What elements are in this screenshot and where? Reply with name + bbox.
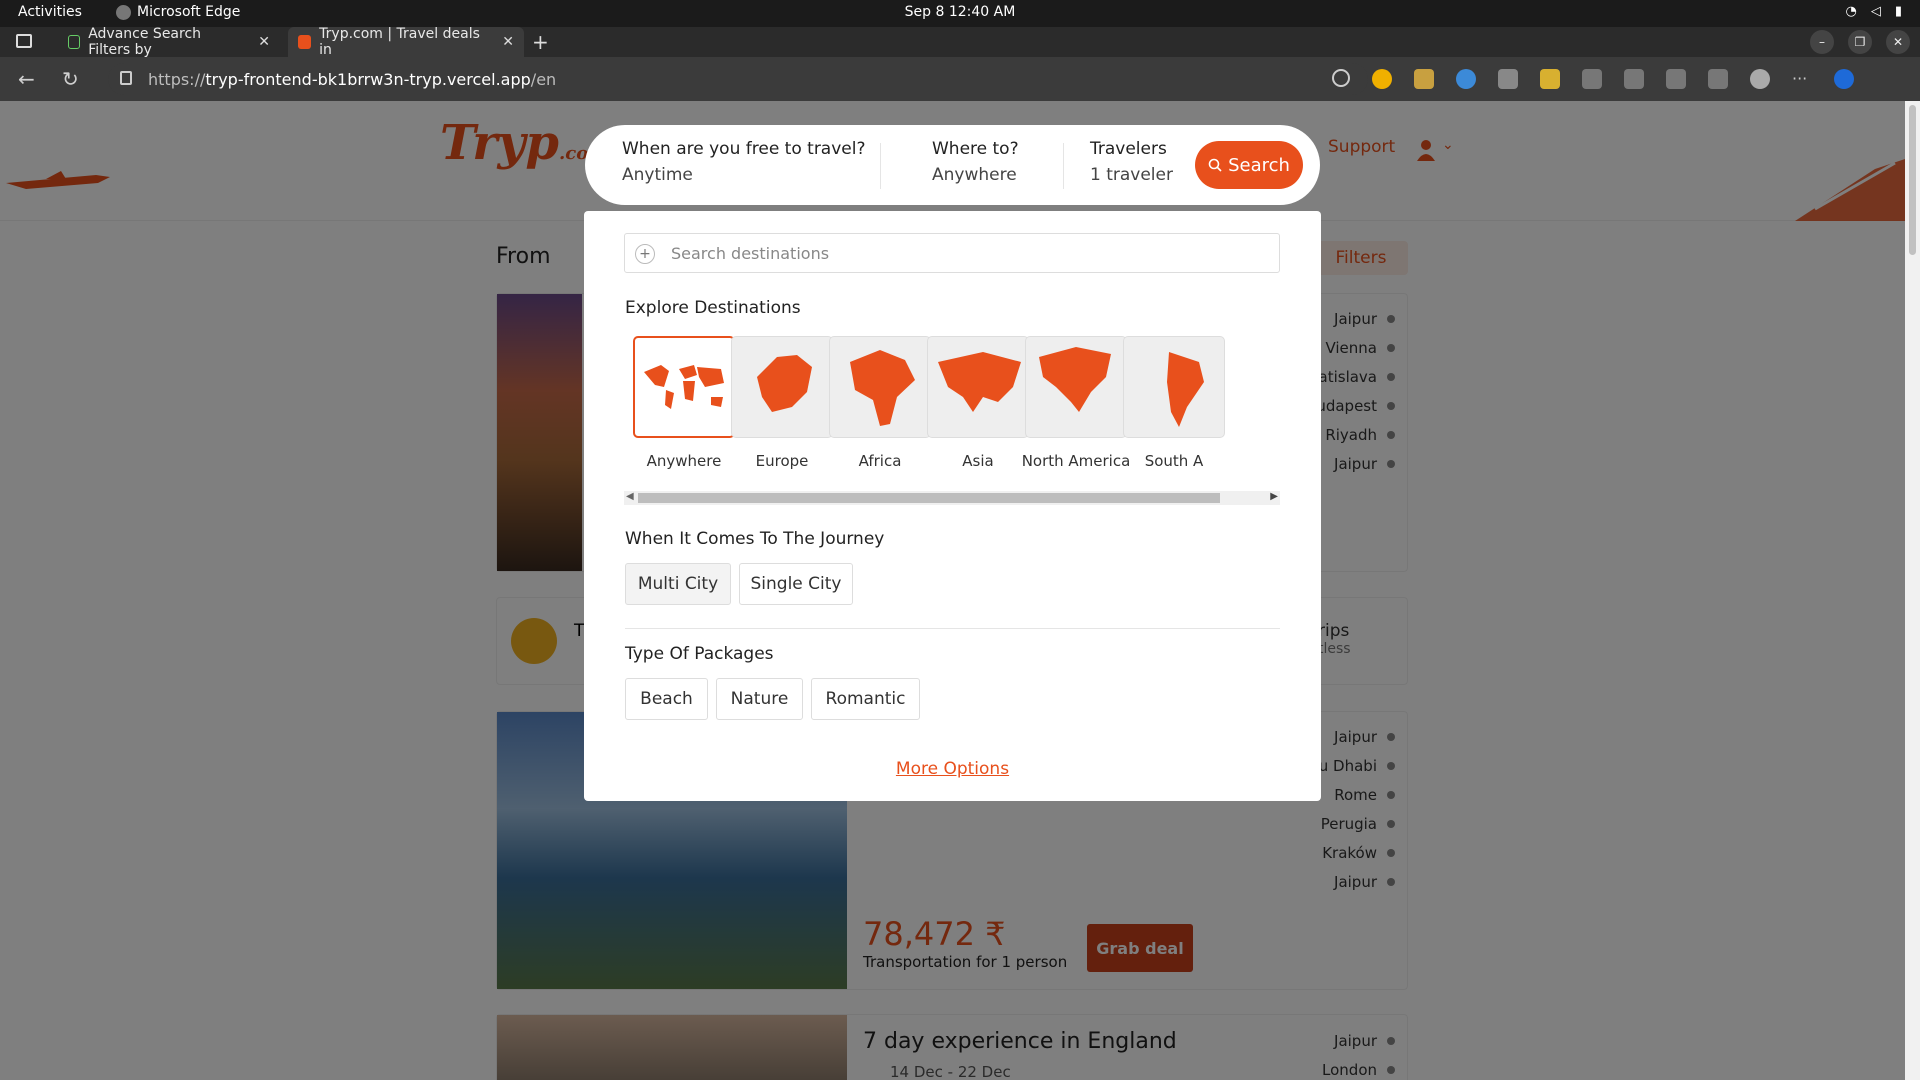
option-label: Beach [640, 689, 693, 709]
single-city-option[interactable]: Single City [739, 563, 853, 605]
more-options-link[interactable]: More Options [584, 759, 1321, 779]
restore-icon[interactable]: ❐ [1848, 30, 1872, 54]
scroll-right-icon[interactable]: ▶ [1270, 491, 1278, 502]
favorites-icon[interactable] [1666, 69, 1686, 89]
collections-icon[interactable] [1708, 69, 1728, 89]
packages-title: Type Of Packages [625, 644, 774, 664]
app-name: Microsoft Edge [137, 4, 241, 20]
divider [1063, 143, 1064, 189]
more-icon[interactable]: ··· [1792, 69, 1812, 89]
edge-icon [116, 4, 131, 20]
app-menu[interactable]: Microsoft Edge [116, 4, 240, 20]
extensions-puzzle-icon[interactable] [1582, 69, 1602, 89]
destination-dropdown: + Search destinations Explore Destinatio… [584, 211, 1321, 801]
window-controls: – ❐ ✕ [1810, 30, 1910, 54]
africa-map-icon [829, 336, 931, 438]
tab-advance-search[interactable]: Advance Search Filters by ✕ [58, 26, 280, 58]
battery-icon: ▮ [1894, 4, 1902, 19]
beach-option[interactable]: Beach [625, 678, 708, 720]
tab-actions-icon[interactable] [16, 34, 32, 48]
volume-icon: ◁ [1870, 4, 1881, 19]
extension-icon[interactable] [1498, 69, 1518, 89]
romantic-option[interactable]: Romantic [811, 678, 920, 720]
divider [625, 628, 1280, 629]
nature-option[interactable]: Nature [716, 678, 803, 720]
when-label: When are you free to travel? [622, 139, 866, 159]
when-field[interactable]: When are you free to travel? Anytime [622, 139, 866, 185]
tab-tryp[interactable]: Tryp.com | Travel deals in ✕ [288, 26, 524, 58]
travelers-field[interactable]: Travelers 1 traveler [1090, 139, 1173, 185]
address-bar: ← ↻ https://tryp-frontend-bk1brrw3n-tryp… [0, 57, 1920, 101]
refresh-icon[interactable]: ↻ [62, 67, 79, 91]
travelers-label: Travelers [1090, 139, 1167, 159]
option-label: Romantic [825, 689, 906, 709]
back-icon[interactable]: ← [18, 67, 35, 91]
url-field[interactable]: https://tryp-frontend-bk1brrw3n-tryp.ver… [108, 63, 1368, 95]
journey-title: When It Comes To The Journey [625, 529, 885, 549]
search-button-label: Search [1228, 154, 1290, 176]
where-label: Where to? [932, 139, 1019, 159]
page-scrollbar[interactable] [1905, 101, 1920, 1080]
profile-icon[interactable] [1750, 69, 1770, 89]
where-field[interactable]: Where to? Anywhere [932, 139, 1019, 185]
region-label: South A [1144, 452, 1204, 470]
search-bar: When are you free to travel? Anytime Whe… [585, 125, 1320, 205]
north-america-map-icon [1025, 336, 1127, 438]
wifi-icon: ◔ [1845, 4, 1857, 19]
extension-icon[interactable] [1414, 69, 1434, 89]
system-tray[interactable]: ◔ ◁ ▮ [1846, 4, 1903, 19]
where-value: Anywhere [932, 165, 1017, 185]
extension-icon[interactable] [1372, 69, 1392, 89]
new-tab-button[interactable]: + [532, 30, 549, 54]
plus-icon: + [635, 244, 655, 264]
asia-map-icon [927, 336, 1029, 438]
scrollbar-thumb[interactable] [638, 493, 1220, 503]
url-prefix: https:// [148, 69, 206, 89]
bing-copilot-icon[interactable] [1834, 69, 1854, 89]
region-carousel: Anywhere Europe Africa Asia North Americ… [624, 336, 1280, 476]
south-america-map-icon [1123, 336, 1225, 438]
os-top-bar: Activities Microsoft Edge Sep 8 12:40 AM… [0, 0, 1920, 27]
option-label: Single City [750, 574, 842, 594]
destination-search-input[interactable]: + Search destinations [624, 233, 1280, 273]
search-placeholder: Search destinations [671, 243, 830, 263]
url-path: /en [530, 69, 557, 89]
world-map-icon [633, 336, 735, 438]
scroll-left-icon[interactable]: ◀ [626, 491, 634, 502]
when-value: Anytime [622, 165, 693, 185]
tab-favicon-icon [298, 35, 312, 49]
close-tab-icon[interactable]: ✕ [258, 34, 270, 50]
extension-icon[interactable] [1540, 69, 1560, 89]
region-south-america[interactable]: South A [1114, 336, 1234, 470]
minimize-icon[interactable]: – [1810, 30, 1834, 54]
explore-title: Explore Destinations [625, 298, 801, 318]
search-icon [1208, 158, 1222, 172]
search-button[interactable]: Search [1195, 141, 1303, 189]
option-label: Nature [730, 689, 789, 709]
divider [880, 143, 881, 189]
tab-title: Advance Search Filters by [88, 26, 202, 58]
scrollbar-thumb[interactable] [1909, 105, 1916, 255]
extensions-toolbar: ··· [1332, 69, 1854, 89]
multi-city-option[interactable]: Multi City [625, 563, 731, 605]
option-label: Multi City [637, 574, 719, 594]
close-window-icon[interactable]: ✕ [1886, 30, 1910, 54]
react-devtools-icon[interactable] [1456, 69, 1476, 89]
region-scrollbar[interactable]: ◀ ▶ [624, 491, 1280, 505]
clock[interactable]: Sep 8 12:40 AM [0, 4, 1920, 20]
favorite-star-icon[interactable] [1332, 69, 1350, 87]
europe-map-icon [731, 336, 833, 438]
activities-button[interactable]: Activities [18, 4, 82, 20]
split-screen-icon[interactable] [1624, 69, 1644, 89]
tab-title: Tryp.com | Travel deals in [319, 26, 480, 58]
lock-icon [120, 71, 132, 85]
tab-bar: Advance Search Filters by ✕ Tryp.com | T… [0, 26, 1920, 58]
url-host: tryp-frontend-bk1brrw3n-tryp.vercel.app [205, 69, 531, 89]
tab-favicon-icon [68, 35, 81, 49]
travelers-value: 1 traveler [1090, 165, 1173, 185]
web-page: Tryp.com Support ⌄ From Filters Jaipur V… [0, 101, 1905, 1080]
close-tab-icon[interactable]: ✕ [502, 34, 514, 50]
